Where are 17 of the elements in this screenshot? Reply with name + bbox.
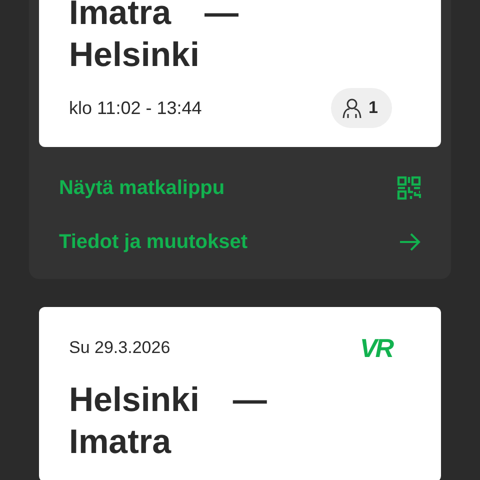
passenger-count: 1 (368, 98, 378, 118)
action-link[interactable]: Tiedot ja muutokset (59, 215, 421, 269)
departure-time: klo 11:02 - 13:44 (69, 98, 202, 118)
trip-card[interactable]: Imatra — Helsinki klo 11:02 - 13:44 1 (39, 0, 441, 147)
origin-station: Imatra (69, 0, 172, 32)
brand-logo: VR (360, 332, 392, 364)
arrow-right-icon (399, 232, 421, 252)
route-dash: — (232, 381, 267, 419)
origin-station: Helsinki (69, 381, 200, 419)
destination-station: Imatra (69, 423, 172, 461)
trip-date: Su 29.3.2026 (69, 338, 170, 358)
destination-station: Helsinki (69, 36, 200, 74)
trip-card[interactable]: Su 29.3.2026 VR Helsinki — Imatra (39, 307, 441, 480)
person-icon (340, 97, 363, 119)
route-dash: — (204, 0, 239, 32)
action-link[interactable]: Näytä matkalippu (59, 161, 421, 215)
qr-code-icon (397, 176, 421, 200)
